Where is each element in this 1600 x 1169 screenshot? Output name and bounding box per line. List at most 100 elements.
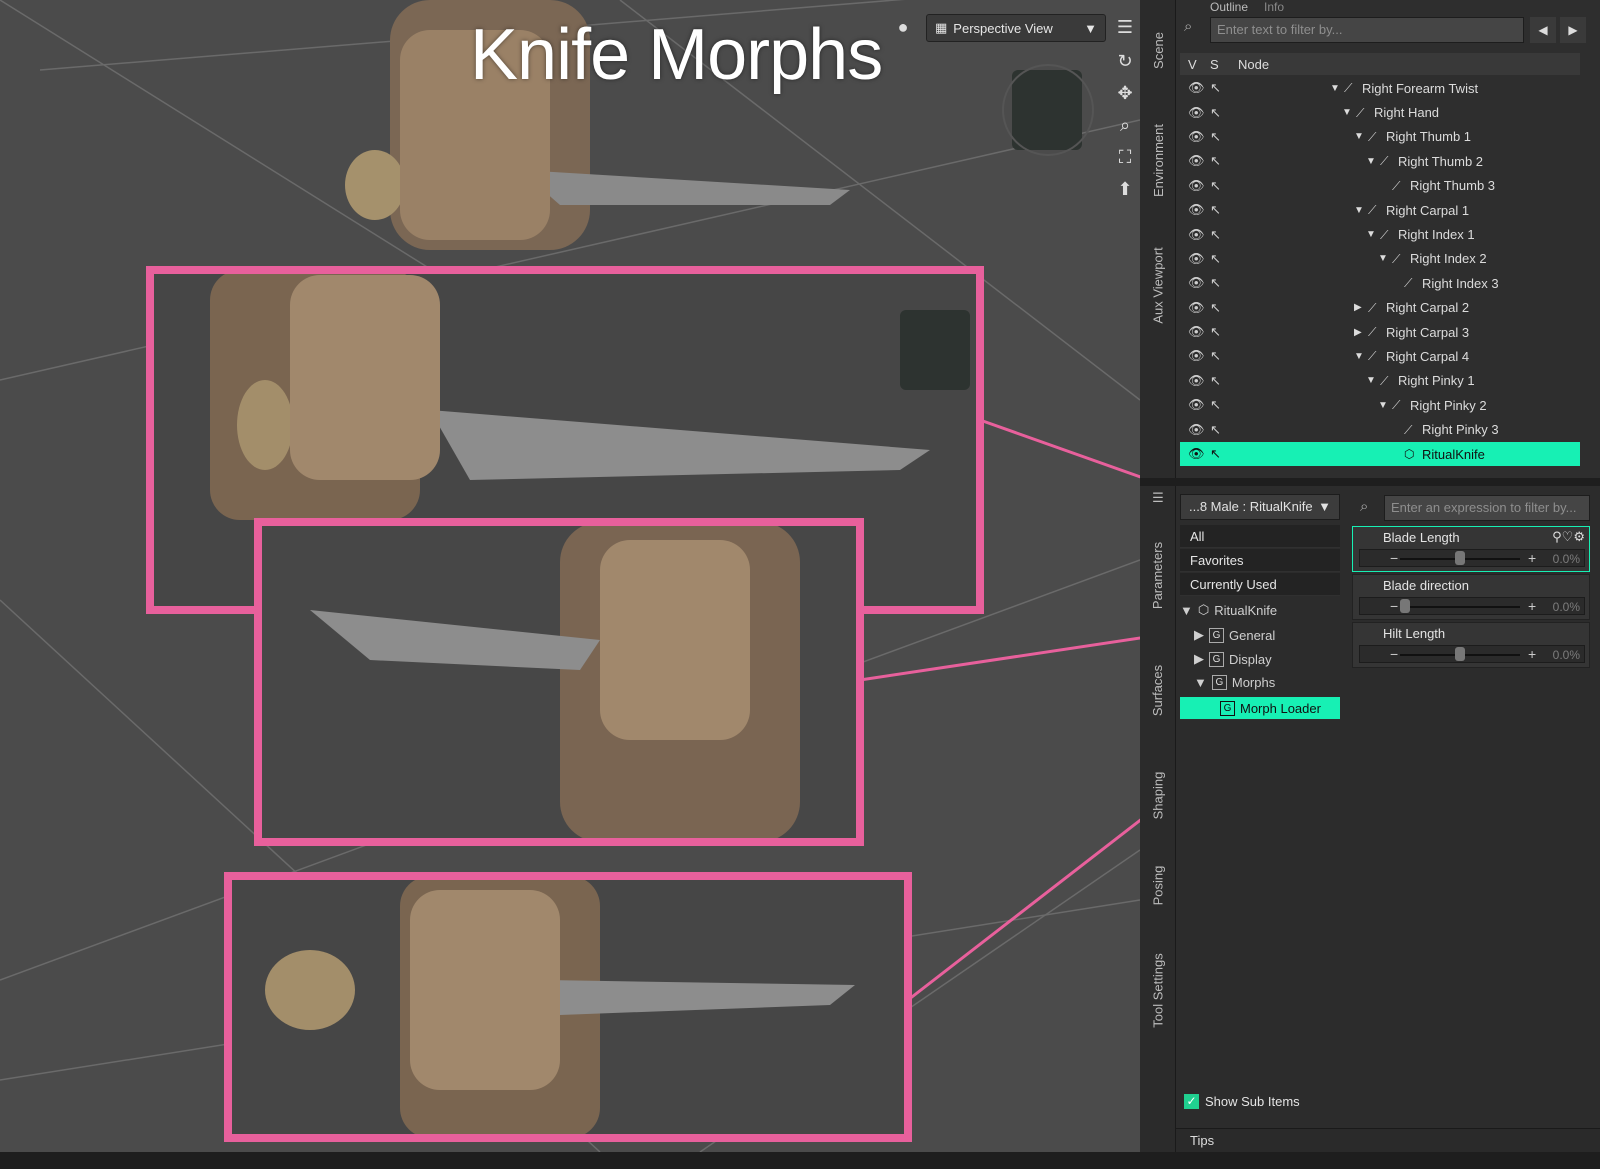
viewport-menu-icon[interactable]: ☰ xyxy=(1112,14,1138,40)
chevron-down-icon[interactable]: ▼ xyxy=(1366,375,1376,386)
decrement-icon[interactable]: − xyxy=(1390,550,1398,566)
selectable-cursor-icon[interactable]: ↖ xyxy=(1210,129,1230,145)
selectable-cursor-icon[interactable]: ↖ xyxy=(1210,324,1230,340)
chevron-down-icon[interactable]: ▼ xyxy=(1354,205,1364,216)
tab-posing[interactable]: Posing xyxy=(1140,850,1176,920)
chevron-down-icon[interactable]: ▼ xyxy=(1366,156,1376,167)
chevron-right-icon[interactable]: ▶ xyxy=(1354,302,1364,313)
chevron-down-icon[interactable]: ▼ xyxy=(1378,400,1388,411)
slider-thumb[interactable] xyxy=(1455,551,1465,565)
outline-row[interactable]: 👁 ↖ ⟋ Right Pinky 3 xyxy=(1180,417,1580,441)
chevron-down-icon[interactable]: ▼ xyxy=(1354,351,1364,362)
lock-heart-gear-icon[interactable]: ⚲♡⚙ xyxy=(1552,529,1585,545)
zoom-icon[interactable]: ⌕ xyxy=(1112,112,1138,138)
selectable-cursor-icon[interactable]: ↖ xyxy=(1210,153,1230,169)
chevron-down-icon[interactable]: ▼ xyxy=(1330,83,1340,94)
render-sphere-icon[interactable]: ● xyxy=(890,14,916,40)
slider-blade-length[interactable]: Blade Length ⚲♡⚙ − +0.0% xyxy=(1352,526,1590,572)
outline-filter-input[interactable]: Enter text to filter by... xyxy=(1210,17,1524,43)
visibility-eye-icon[interactable]: 👁 xyxy=(1188,129,1208,145)
slider-value[interactable]: 0.0% xyxy=(1553,648,1580,662)
chevron-right-icon[interactable]: ▶ xyxy=(1354,327,1364,338)
chevron-down-icon[interactable]: ▼ xyxy=(1366,229,1376,240)
visibility-eye-icon[interactable]: 👁 xyxy=(1188,202,1208,218)
pan-icon[interactable]: ✥ xyxy=(1112,80,1138,106)
selectable-cursor-icon[interactable]: ↖ xyxy=(1210,446,1230,462)
selectable-cursor-icon[interactable]: ↖ xyxy=(1210,178,1230,194)
selectable-cursor-icon[interactable]: ↖ xyxy=(1210,275,1230,291)
category-all[interactable]: All xyxy=(1180,525,1340,548)
slider-value[interactable]: 0.0% xyxy=(1553,600,1580,614)
group-general[interactable]: ▶ G General xyxy=(1194,627,1275,643)
visibility-eye-icon[interactable]: 👁 xyxy=(1188,422,1208,438)
increment-icon[interactable]: + xyxy=(1528,598,1536,614)
category-favorites[interactable]: Favorites xyxy=(1180,549,1340,572)
selectable-cursor-icon[interactable]: ↖ xyxy=(1210,105,1230,121)
col-node[interactable]: Node xyxy=(1230,57,1269,72)
outline-row[interactable]: 👁 ↖ ▼ ⟋ Right Carpal 1 xyxy=(1180,198,1580,222)
decrement-icon[interactable]: − xyxy=(1390,646,1398,662)
view-cube-icon[interactable] xyxy=(1002,64,1094,156)
tab-parameters[interactable]: Parameters xyxy=(1140,530,1176,620)
outline-row[interactable]: 👁 ↖ ▼ ⟋ Right Hand xyxy=(1180,100,1580,124)
visibility-eye-icon[interactable]: 👁 xyxy=(1188,251,1208,267)
tab-outline[interactable]: Outline xyxy=(1210,0,1248,14)
back-arrow-icon[interactable]: ◀ xyxy=(1530,17,1556,43)
tips-tab[interactable]: Tips xyxy=(1176,1128,1600,1152)
viewport-3d[interactable]: Knife Morphs ▦ Perspective View ▼ ● ☰ ↻ … xyxy=(0,0,1140,1152)
col-v[interactable]: V xyxy=(1180,57,1202,72)
slider-track-area[interactable]: − +0.0% xyxy=(1359,549,1585,567)
outline-row[interactable]: 👁 ↖ ▼ ⟋ Right Forearm Twist xyxy=(1180,76,1580,100)
selectable-cursor-icon[interactable]: ↖ xyxy=(1210,202,1230,218)
selectable-cursor-icon[interactable]: ↖ xyxy=(1210,80,1230,96)
visibility-eye-icon[interactable]: 👁 xyxy=(1188,373,1208,389)
group-display[interactable]: ▶ G Display xyxy=(1194,651,1272,667)
view-select-dropdown[interactable]: ▦ Perspective View ▼ xyxy=(926,14,1106,42)
outline-row[interactable]: 👁 ↖ ▼ ⟋ Right Pinky 1 xyxy=(1180,369,1580,393)
tab-tool-settings[interactable]: Tool Settings xyxy=(1140,940,1176,1040)
outline-row[interactable]: 👁 ↖ ▼ ⟋ Right Thumb 2 xyxy=(1180,149,1580,173)
increment-icon[interactable]: + xyxy=(1528,550,1536,566)
tab-surfaces[interactable]: Surfaces xyxy=(1140,650,1176,730)
frame-icon[interactable]: ⛶ xyxy=(1112,144,1138,170)
selectable-cursor-icon[interactable]: ↖ xyxy=(1210,373,1230,389)
outline-row[interactable]: 👁 ↖ ▶ ⟋ Right Carpal 2 xyxy=(1180,296,1580,320)
visibility-eye-icon[interactable]: 👁 xyxy=(1188,227,1208,243)
selectable-cursor-icon[interactable]: ↖ xyxy=(1210,348,1230,364)
visibility-eye-icon[interactable]: 👁 xyxy=(1188,324,1208,340)
outline-row[interactable]: 👁 ↖ ⟋ Right Thumb 3 xyxy=(1180,174,1580,198)
col-s[interactable]: S xyxy=(1202,57,1230,72)
increment-icon[interactable]: + xyxy=(1528,646,1536,662)
decrement-icon[interactable]: − xyxy=(1390,598,1398,614)
slider-hilt-length[interactable]: Hilt Length − +0.0% xyxy=(1352,622,1590,668)
visibility-eye-icon[interactable]: 👁 xyxy=(1188,300,1208,316)
outline-row[interactable]: 👁 ↖ ▼ ⟋ Right Index 2 xyxy=(1180,247,1580,271)
parameters-filter-input[interactable]: Enter an expression to filter by... xyxy=(1384,495,1590,521)
selectable-cursor-icon[interactable]: ↖ xyxy=(1210,397,1230,413)
chevron-down-icon[interactable]: ▼ xyxy=(1354,131,1364,142)
chevron-down-icon[interactable]: ▼ xyxy=(1342,107,1352,118)
tab-info[interactable]: Info xyxy=(1264,0,1284,14)
slider-thumb[interactable] xyxy=(1400,599,1410,613)
up-arrow-icon[interactable]: ⬆ xyxy=(1112,176,1138,202)
orbit-icon[interactable]: ↻ xyxy=(1112,48,1138,74)
visibility-eye-icon[interactable]: 👁 xyxy=(1188,397,1208,413)
params-menu-icon[interactable]: ☰ xyxy=(1140,486,1176,510)
visibility-eye-icon[interactable]: 👁 xyxy=(1188,348,1208,364)
slider-blade-direction[interactable]: Blade direction − +0.0% xyxy=(1352,574,1590,620)
tree-ritualknife[interactable]: ▼ ⬡ RitualKnife xyxy=(1180,602,1277,618)
outline-row[interactable]: 👁 ↖ ▶ ⟋ Right Carpal 3 xyxy=(1180,320,1580,344)
selectable-cursor-icon[interactable]: ↖ xyxy=(1210,251,1230,267)
group-morphs[interactable]: ▼ G Morphs xyxy=(1194,675,1275,690)
outline-row[interactable]: 👁 ↖ ⬡ RitualKnife xyxy=(1180,441,1580,467)
outline-row[interactable]: 👁 ↖ ⟋ Right Index 3 xyxy=(1180,271,1580,295)
tab-scene[interactable]: Scene xyxy=(1140,20,1176,80)
forward-arrow-icon[interactable]: ▶ xyxy=(1560,17,1586,43)
category-currently-used[interactable]: Currently Used xyxy=(1180,573,1340,596)
tab-environment[interactable]: Environment xyxy=(1140,110,1176,210)
slider-value[interactable]: 0.0% xyxy=(1553,552,1580,566)
outline-row[interactable]: 👁 ↖ ▼ ⟋ Right Index 1 xyxy=(1180,222,1580,246)
tab-aux-viewport[interactable]: Aux Viewport xyxy=(1140,230,1176,340)
visibility-eye-icon[interactable]: 👁 xyxy=(1188,153,1208,169)
slider-track-area[interactable]: − +0.0% xyxy=(1359,645,1585,663)
